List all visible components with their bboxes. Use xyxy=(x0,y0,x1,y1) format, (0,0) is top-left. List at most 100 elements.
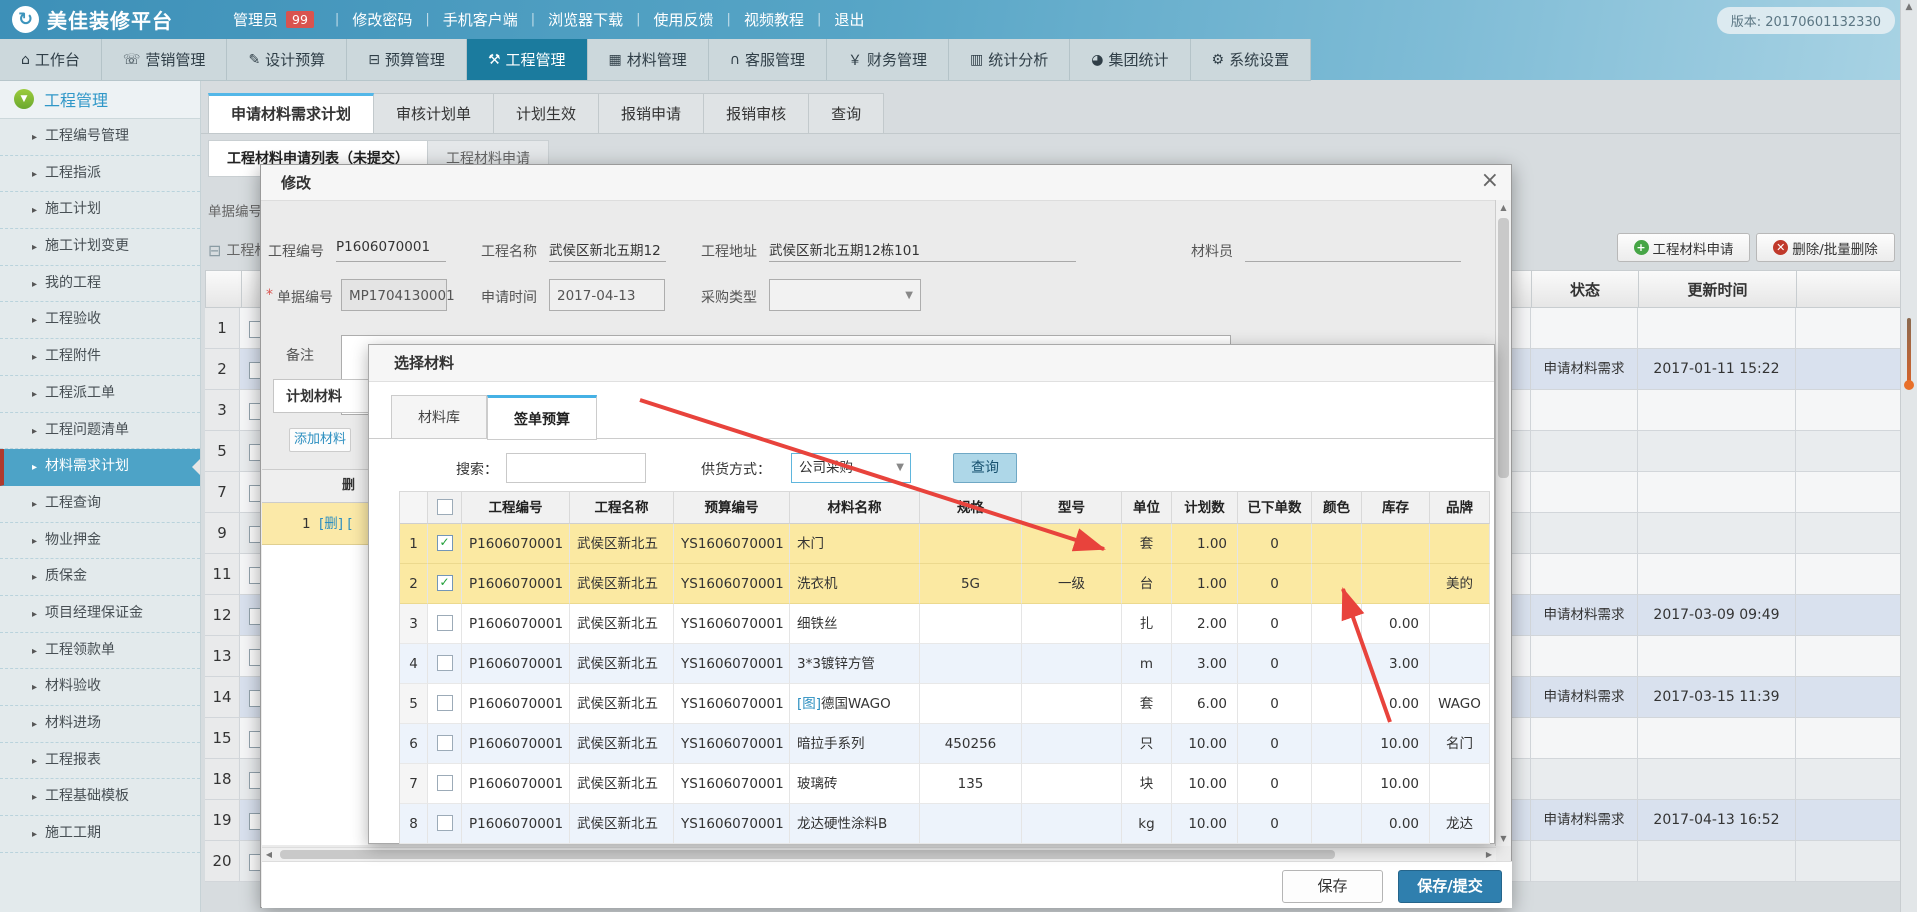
row-checkbox[interactable] xyxy=(437,615,453,631)
nav-tab-design-budget[interactable]: ✎设计预算 xyxy=(227,39,347,80)
sidebar-item[interactable]: ▸工程领款单 xyxy=(0,633,200,670)
tab-material-library[interactable]: 材料库 xyxy=(391,395,487,439)
image-link[interactable]: [图] xyxy=(797,696,821,712)
sidebar-item[interactable]: ▸物业押金 xyxy=(0,523,200,560)
main-tab[interactable]: 查询 xyxy=(809,93,884,134)
thermometer-indicator[interactable] xyxy=(1904,318,1914,402)
notification-badge[interactable]: 99 xyxy=(286,11,314,28)
search-input[interactable] xyxy=(506,453,646,483)
top-menu-link[interactable]: 视频教程 xyxy=(744,9,804,30)
column-header[interactable]: 型号 xyxy=(1022,491,1122,524)
row-checkbox[interactable] xyxy=(437,815,453,831)
column-header[interactable]: 单位 xyxy=(1122,491,1172,524)
material-row[interactable]: 7P1606070001武侯区新北五YS1606070001玻璃砖135块10.… xyxy=(400,764,1490,804)
material-row[interactable]: 6P1606070001武侯区新北五YS1606070001暗拉手系列45025… xyxy=(400,724,1490,764)
sidebar-item[interactable]: ▸材料进场 xyxy=(0,706,200,743)
column-header[interactable]: 工程编号 xyxy=(462,491,570,524)
material-row[interactable]: 5P1606070001武侯区新北五YS1606070001[图]德国WAGO套… xyxy=(400,684,1490,724)
save-submit-button[interactable]: 保存/提交 xyxy=(1398,870,1502,903)
supply-mode-select[interactable]: 公司采购 ▼ xyxy=(791,453,911,483)
row-checkbox[interactable]: ✓ xyxy=(437,575,453,591)
nav-tab-pie-chart[interactable]: ◕集团统计 xyxy=(1070,39,1190,80)
scroll-left-icon[interactable]: ◀ xyxy=(262,848,276,861)
sidebar-item[interactable]: ▸工程编号管理 xyxy=(0,119,200,156)
sidebar-item[interactable]: ▸工程基础模板 xyxy=(0,779,200,816)
nav-tab-materials-grid[interactable]: ▦材料管理 xyxy=(588,39,709,80)
sidebar-item[interactable]: ▸工程指派 xyxy=(0,156,200,193)
sidebar-item[interactable]: ▸质保金 xyxy=(0,559,200,596)
save-button[interactable]: 保存 xyxy=(1282,870,1383,903)
sidebar-item[interactable]: ▸我的工程 xyxy=(0,266,200,303)
query-button[interactable]: 查询 xyxy=(953,453,1017,483)
sidebar-item[interactable]: ▸工程附件 xyxy=(0,339,200,376)
top-menu-link[interactable]: 手机客户端 xyxy=(443,9,518,30)
row-checkbox[interactable]: ✓ xyxy=(437,535,453,551)
scroll-down-icon[interactable]: ▼ xyxy=(1496,834,1511,843)
sidebar-item[interactable]: ▸施工计划变更 xyxy=(0,229,200,266)
sidebar-item[interactable]: ▸工程派工单 xyxy=(0,376,200,413)
nav-tab-engineering[interactable]: ⚒工程管理 xyxy=(467,39,588,80)
top-menu-link[interactable]: 修改密码 xyxy=(352,9,412,30)
add-material-button[interactable]: 添加材料 xyxy=(289,428,351,452)
main-tab[interactable]: 报销申请 xyxy=(599,93,704,134)
sidebar-item[interactable]: ▸工程报表 xyxy=(0,743,200,780)
scrollbar-thumb[interactable] xyxy=(280,850,1335,859)
row-checkbox[interactable] xyxy=(437,655,453,671)
column-header[interactable]: 材料名称 xyxy=(790,491,920,524)
page-scrollbar[interactable]: ▲ xyxy=(1900,0,1917,912)
delete-row-link[interactable]: [删] [ xyxy=(319,503,353,545)
material-row[interactable]: 1✓P1606070001武侯区新北五YS1606070001木门套1.000 xyxy=(400,524,1490,564)
select-all-checkbox[interactable] xyxy=(437,499,453,515)
main-tab[interactable]: 计划生效 xyxy=(494,93,599,134)
main-tab[interactable]: 申请材料需求计划 xyxy=(208,93,374,134)
nav-tab-home[interactable]: ⌂工作台 xyxy=(0,39,102,80)
row-checkbox[interactable] xyxy=(437,695,453,711)
scroll-right-icon[interactable]: ▶ xyxy=(1482,848,1496,861)
row-checkbox[interactable] xyxy=(437,775,453,791)
horizontal-scrollbar[interactable]: ◀ ▶ xyxy=(262,847,1496,861)
sidebar-item[interactable]: ▸工程问题清单 xyxy=(0,413,200,450)
delete-batch-button[interactable]: ✕ 删除/批量删除 xyxy=(1756,233,1895,262)
user-name[interactable]: 管理员 xyxy=(233,9,278,30)
collapse-icon[interactable]: ▼ xyxy=(14,89,34,109)
column-header[interactable]: 颜色 xyxy=(1312,491,1362,524)
material-row[interactable]: 8P1606070001武侯区新北五YS1606070001龙达硬性涂料Bkg1… xyxy=(400,804,1490,844)
sidebar-item[interactable]: ▸施工计划 xyxy=(0,192,200,229)
main-tab[interactable]: 报销审核 xyxy=(704,93,809,134)
sidebar-item[interactable]: ▸材料需求计划 xyxy=(0,449,200,486)
column-header[interactable]: 品牌 xyxy=(1430,491,1490,524)
scroll-up-icon[interactable]: ▲ xyxy=(1901,2,1917,12)
nav-tab-finance-yen[interactable]: ￥财务管理 xyxy=(827,39,949,80)
sidebar-item[interactable]: ▸工程验收 xyxy=(0,302,200,339)
sidebar-item[interactable]: ▸项目经理保证金 xyxy=(0,596,200,633)
sidebar-item[interactable]: ▸材料验收 xyxy=(0,669,200,706)
nav-tab-budget-monitor[interactable]: ⊟预算管理 xyxy=(347,39,467,80)
nav-tab-marketing[interactable]: ☏营销管理 xyxy=(102,39,228,80)
apply-date-input[interactable]: 2017-04-13 xyxy=(549,279,665,311)
nav-tab-bar-chart[interactable]: ▥统计分析 xyxy=(949,39,1070,80)
column-header[interactable]: 已下单数 xyxy=(1238,491,1312,524)
vertical-scrollbar[interactable]: ▲ ▼ xyxy=(1495,200,1511,846)
sidebar-item[interactable]: ▸施工工期 xyxy=(0,816,200,853)
status-column-header[interactable]: 状态 xyxy=(1531,271,1638,309)
sidebar-header[interactable]: ▼ 工程管理 xyxy=(0,80,200,119)
column-header[interactable]: 计划数 xyxy=(1172,491,1238,524)
top-menu-link[interactable]: 退出 xyxy=(834,9,864,30)
close-icon[interactable]: × xyxy=(1481,168,1499,193)
apply-material-button[interactable]: + 工程材料申请 xyxy=(1617,233,1750,262)
top-menu-link[interactable]: 浏览器下载 xyxy=(548,9,623,30)
material-row[interactable]: 2✓P1606070001武侯区新北五YS1606070001洗衣机5G一级台1… xyxy=(400,564,1490,604)
time-column-header[interactable]: 更新时间 xyxy=(1638,271,1796,309)
column-header[interactable]: 规格 xyxy=(920,491,1022,524)
top-menu-link[interactable]: 使用反馈 xyxy=(654,9,714,30)
column-header[interactable]: 库存 xyxy=(1362,491,1430,524)
sidebar-item[interactable]: ▸工程查询 xyxy=(0,486,200,523)
material-row[interactable]: 4P1606070001武侯区新北五YS16060700013*3镀锌方管m3.… xyxy=(400,644,1490,684)
column-header[interactable]: 预算编号 xyxy=(674,491,790,524)
scroll-up-icon[interactable]: ▲ xyxy=(1496,203,1511,212)
nav-tab-gear[interactable]: ⚙系统设置 xyxy=(1191,39,1312,80)
material-row[interactable]: 3P1606070001武侯区新北五YS1606070001细铁丝扎2.0000… xyxy=(400,604,1490,644)
purchase-type-select[interactable]: ▼ xyxy=(769,279,921,311)
plan-material-tab[interactable]: 计划材料 xyxy=(273,379,371,413)
tab-signed-budget[interactable]: 签单预算 xyxy=(487,395,597,440)
